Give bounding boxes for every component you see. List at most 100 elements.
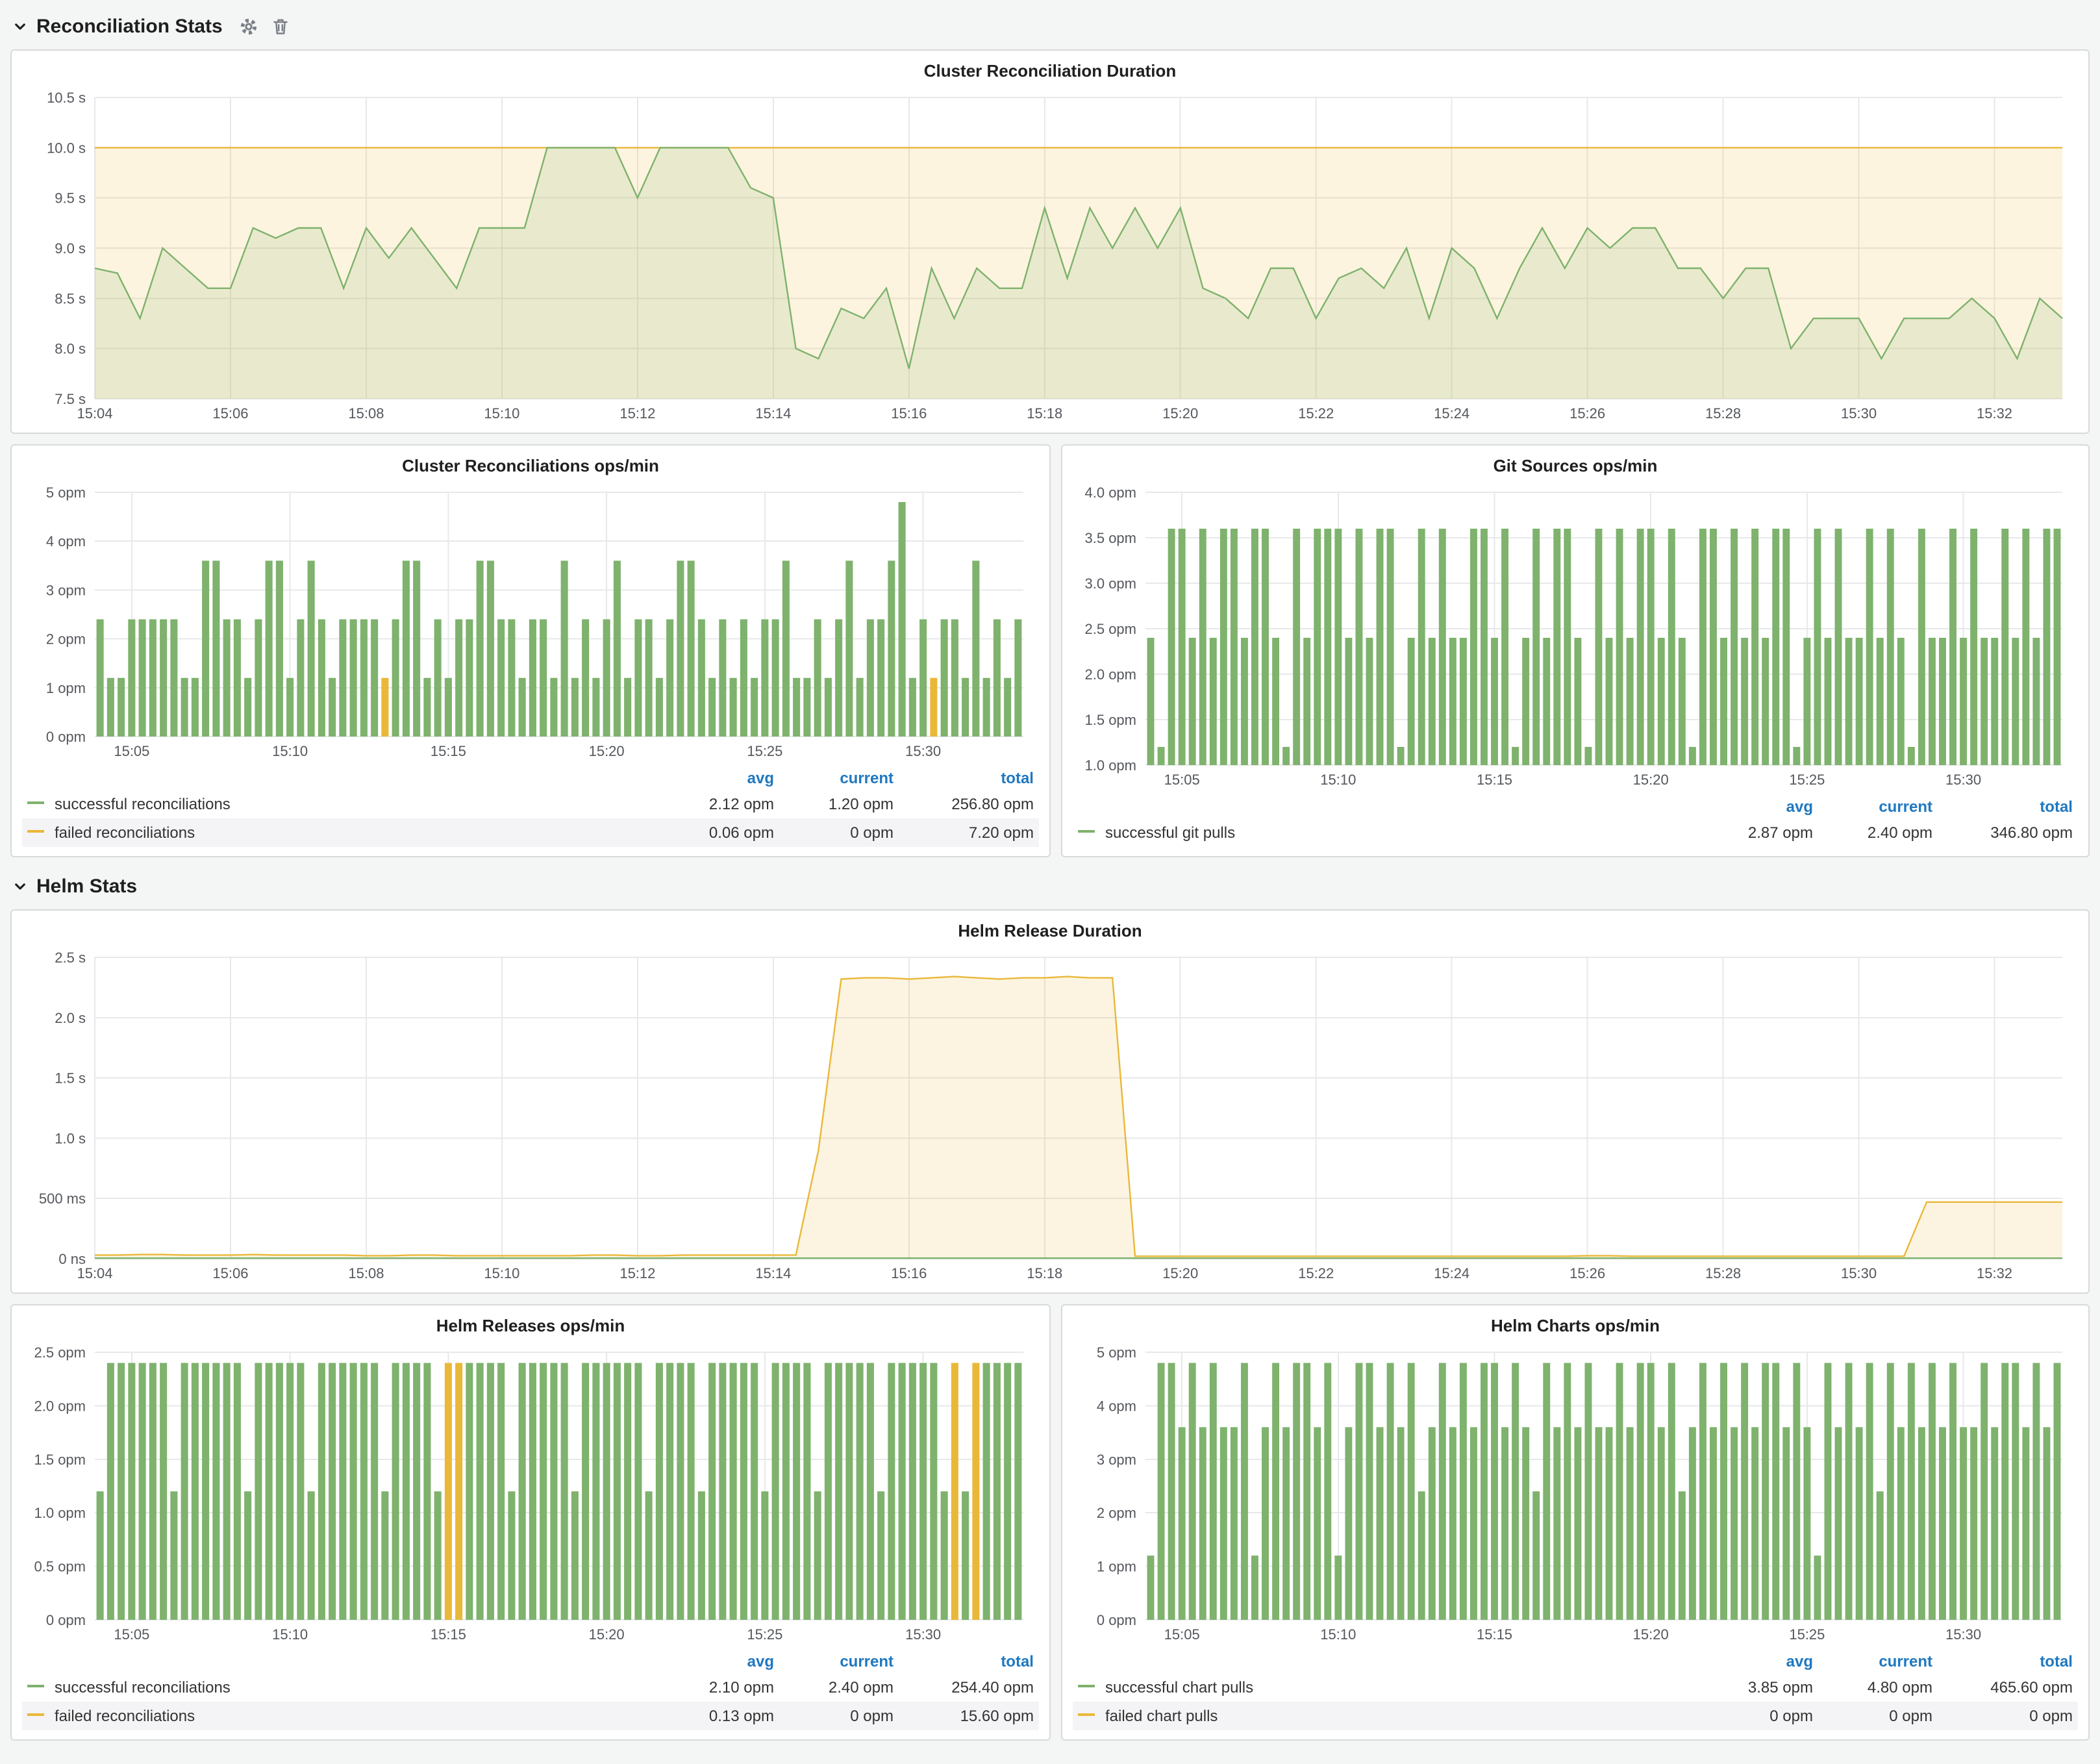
legend-header-total[interactable]: total (1938, 794, 2078, 818)
bar (1782, 1427, 1790, 1620)
chart-cluster-reconciliations[interactable]: 0 opm1 opm2 opm3 opm4 opm5 opm15:0515:10… (22, 482, 1039, 762)
bar (793, 1363, 800, 1620)
legend-header-total[interactable]: total (1938, 1648, 2078, 1673)
bar (1772, 1363, 1779, 1620)
bar (1303, 1363, 1310, 1620)
bar (1512, 747, 1519, 765)
bar (1004, 1363, 1011, 1620)
x-axis-tick-label: 15:25 (747, 1626, 782, 1643)
legend-header-avg[interactable]: avg (1699, 794, 1818, 818)
bar (1460, 638, 1467, 765)
panel-title[interactable]: Cluster Reconciliation Duration (22, 56, 2078, 87)
panel-title[interactable]: Helm Release Duration (22, 916, 2078, 947)
legend-series-toggle[interactable]: successful chart pulls (1073, 1673, 1699, 1702)
bar (128, 1363, 135, 1620)
legend-series-toggle[interactable]: failed reconciliations (22, 1702, 660, 1730)
x-axis-tick-label: 15:10 (1320, 772, 1356, 788)
bar (477, 561, 484, 737)
legend-series-toggle[interactable]: successful git pulls (1073, 818, 1699, 847)
row-header-reconciliation-stats[interactable]: Reconciliation Stats (13, 10, 2090, 42)
legend-series-toggle[interactable]: failed chart pulls (1073, 1702, 1699, 1730)
panel-title[interactable]: Cluster Reconciliations ops/min (22, 451, 1039, 482)
bar (286, 1363, 294, 1620)
panel-helm-releases: Helm Releases ops/min 0 opm0.5 opm1.0 op… (10, 1304, 1051, 1741)
bar (930, 1363, 937, 1620)
bar (656, 678, 663, 737)
bar (286, 678, 294, 737)
x-axis-tick-label: 15:25 (1789, 1626, 1825, 1643)
bar (1825, 638, 1832, 765)
chart-helm-release-duration[interactable]: 0 ns500 ms1.0 s1.5 s2.0 s2.5 s15:0415:06… (22, 947, 2078, 1285)
bar (297, 1363, 304, 1620)
legend-header-avg[interactable]: avg (1699, 1648, 1818, 1673)
chart-cluster-reconciliation-duration[interactable]: 7.5 s8.0 s8.5 s9.0 s9.5 s10.0 s10.5 s15:… (22, 87, 2078, 425)
bar (1418, 1491, 1425, 1620)
legend-header-total[interactable]: total (899, 1648, 1039, 1673)
bar (1564, 1363, 1571, 1620)
legend-header-current[interactable]: current (1818, 1648, 1938, 1673)
legend-row: failed chart pulls 0 opm 0 opm 0 opm (1073, 1702, 2078, 1730)
y-axis-tick-label: 0 opm (46, 729, 86, 745)
legend-header-current[interactable]: current (779, 765, 899, 790)
trash-icon[interactable] (272, 16, 290, 36)
gear-icon[interactable] (240, 16, 259, 36)
panel-title[interactable]: Helm Releases ops/min (22, 1311, 1039, 1342)
bar (1908, 747, 1915, 765)
bar (1866, 529, 1873, 765)
panel-helm-release-duration: Helm Release Duration 0 ns500 ms1.0 s1.5… (10, 909, 2090, 1294)
legend-header-avg[interactable]: avg (660, 765, 779, 790)
bar (1553, 1427, 1560, 1620)
row-title: Reconciliation Stats (36, 15, 223, 37)
legend-header-current[interactable]: current (779, 1648, 899, 1673)
legend-header-current[interactable]: current (1818, 794, 1938, 818)
legend-series-label: successful reconciliations (55, 1678, 231, 1696)
bar (1220, 529, 1227, 765)
bar (329, 678, 336, 737)
bar (1532, 1491, 1540, 1620)
bar (793, 678, 800, 737)
legend-header-avg[interactable]: avg (660, 1648, 779, 1673)
bar (825, 1363, 832, 1620)
x-axis-tick-label: 15:14 (755, 1265, 791, 1281)
chart-helm-releases[interactable]: 0 opm0.5 opm1.0 opm1.5 opm2.0 opm2.5 opm… (22, 1342, 1039, 1646)
bar (1845, 1363, 1853, 1620)
legend-series-toggle[interactable]: successful reconciliations (22, 790, 660, 818)
panel-title[interactable]: Git Sources ops/min (1073, 451, 2078, 482)
legend-total-value: 0 opm (1938, 1702, 2078, 1730)
bar (582, 620, 589, 737)
chart-helm-charts[interactable]: 0 opm1 opm2 opm3 opm4 opm5 opm15:0515:10… (1073, 1342, 2078, 1646)
x-axis-tick-label: 15:30 (905, 1626, 941, 1643)
x-axis-tick-label: 15:05 (114, 743, 149, 759)
bar (550, 1363, 557, 1620)
bar (170, 620, 177, 737)
bar (1377, 529, 1384, 765)
bar (1397, 747, 1405, 765)
bar (1595, 1427, 1603, 1620)
panel-title[interactable]: Helm Charts ops/min (1073, 1311, 2078, 1342)
x-axis-tick-label: 15:06 (212, 405, 248, 422)
bar (845, 1363, 853, 1620)
bar (1584, 747, 1592, 765)
legend-avg-value: 2.10 opm (660, 1673, 779, 1702)
x-axis-tick-label: 15:10 (272, 1626, 308, 1643)
bar (1689, 1427, 1696, 1620)
bar (308, 1491, 315, 1620)
bar (877, 620, 884, 737)
bar (1282, 1427, 1290, 1620)
bar (761, 1491, 768, 1620)
bar (1314, 1427, 1321, 1620)
bar (1262, 1427, 1269, 1620)
legend-series-toggle[interactable]: failed reconciliations (22, 818, 660, 847)
legend-header-total[interactable]: total (899, 765, 1039, 790)
bar (708, 678, 716, 737)
chart-git-sources[interactable]: 1.0 opm1.5 opm2.0 opm2.5 opm3.0 opm3.5 o… (1073, 482, 2078, 791)
bar (1731, 529, 1738, 765)
bar (1522, 1427, 1529, 1620)
y-axis-tick-label: 3.0 opm (1085, 575, 1137, 592)
row-header-helm-stats[interactable]: Helm Stats (13, 870, 2090, 901)
bar (529, 1363, 536, 1620)
legend-series-toggle[interactable]: successful reconciliations (22, 1673, 660, 1702)
bar (1481, 529, 1488, 765)
bar (1366, 638, 1373, 765)
x-axis-tick-label: 15:16 (891, 1265, 927, 1281)
